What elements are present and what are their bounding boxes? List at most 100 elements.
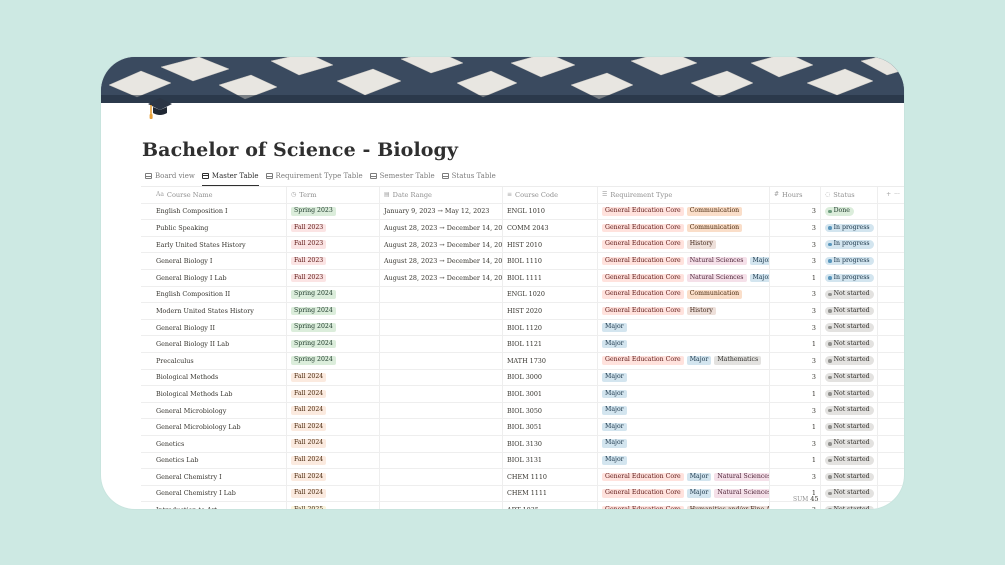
hours-cell[interactable]: 1 <box>770 419 821 435</box>
course-name-cell[interactable]: Modern United States History <box>141 303 287 319</box>
requirement-type-cell[interactable]: Major <box>598 402 770 419</box>
date-range-cell[interactable] <box>380 435 503 452</box>
table-row[interactable]: General Biology I Fall 2023 August 28, 202… <box>141 253 904 270</box>
hours-cell[interactable]: 3 <box>770 286 821 303</box>
date-range-cell[interactable]: August 28, 2023 → December 14, 2023 <box>380 220 503 236</box>
requirement-type-cell[interactable]: General Education Core Natural Sciences Ma… <box>598 269 770 286</box>
cover-image[interactable] <box>101 57 904 103</box>
course-name-cell[interactable]: Early United States History <box>141 236 287 253</box>
course-code-cell[interactable]: CHEM 1111 <box>503 485 598 502</box>
status-cell[interactable]: Not started <box>821 369 878 386</box>
course-code-cell[interactable]: BIOL 1110 <box>503 253 598 269</box>
hours-cell[interactable]: 3 <box>770 203 821 220</box>
hours-sum[interactable]: SUM 45 <box>793 495 819 503</box>
hours-cell[interactable]: 3 <box>770 369 821 386</box>
term-cell[interactable]: Spring 2024 <box>287 303 380 319</box>
table-row[interactable]: Biological Methods Lab Fall 2024 BIOL 3001… <box>141 386 904 403</box>
hours-cell[interactable]: 1 <box>770 336 821 352</box>
hours-cell[interactable]: 3 <box>770 352 821 369</box>
course-name-cell[interactable]: English Composition I <box>141 203 287 220</box>
course-name-cell[interactable]: General Chemistry I <box>141 469 287 485</box>
requirement-type-cell[interactable]: General Education Core Natural Sciences Ma… <box>598 253 770 269</box>
requirement-type-cell[interactable]: Major <box>598 369 770 386</box>
column-header-hours[interactable]: # Hours <box>770 187 821 203</box>
hours-cell[interactable]: 3 <box>770 253 821 269</box>
table-row[interactable]: Modern United States History Spring 2024 H… <box>141 303 904 320</box>
table-row[interactable]: General Microbiology Lab Fall 2024 BIOL 30… <box>141 419 904 436</box>
course-code-cell[interactable]: BIOL 3130 <box>503 435 598 452</box>
add-property-icon[interactable]: + <box>886 191 891 198</box>
requirement-type-cell[interactable]: Major <box>598 386 770 402</box>
course-name-cell[interactable]: General Microbiology <box>141 402 287 419</box>
term-cell[interactable]: Fall 2024 <box>287 386 380 402</box>
date-range-cell[interactable] <box>380 452 503 469</box>
course-name-cell[interactable]: General Biology I Lab <box>141 269 287 286</box>
status-cell[interactable]: Not started <box>821 319 878 336</box>
table-row[interactable]: English Composition I Spring 2023 January … <box>141 203 904 221</box>
course-code-cell[interactable]: BIOL 1120 <box>503 319 598 336</box>
more-options-icon[interactable]: ··· <box>894 191 900 198</box>
term-cell[interactable]: Spring 2024 <box>287 352 380 369</box>
requirement-type-cell[interactable]: General Education Core History <box>598 303 770 319</box>
status-cell[interactable]: Not started <box>821 452 878 469</box>
term-cell[interactable]: Fall 2024 <box>287 369 380 386</box>
table-row[interactable]: General Biology II Spring 2024 BIOL 1120 Ma… <box>141 319 904 337</box>
date-range-cell[interactable] <box>380 286 503 303</box>
course-code-cell[interactable]: BIOL 3001 <box>503 386 598 402</box>
course-code-cell[interactable]: BIOL 1121 <box>503 336 598 352</box>
requirement-type-cell[interactable]: General Education Core History <box>598 236 770 253</box>
course-code-cell[interactable]: BIOL 3000 <box>503 369 598 386</box>
course-code-cell[interactable]: HIST 2020 <box>503 303 598 319</box>
status-cell[interactable]: Not started <box>821 469 878 485</box>
tab-requirement-type-table[interactable]: Requirement Type Table <box>265 170 363 186</box>
course-name-cell[interactable]: Biological Methods <box>141 369 287 386</box>
graduation-cap-icon[interactable] <box>147 95 173 121</box>
requirement-type-cell[interactable]: Major <box>598 336 770 352</box>
status-cell[interactable]: Not started <box>821 402 878 419</box>
course-code-cell[interactable]: COMM 2043 <box>503 220 598 236</box>
course-code-cell[interactable]: MATH 1730 <box>503 352 598 369</box>
course-name-cell[interactable]: Public Speaking <box>141 220 287 236</box>
hours-cell[interactable]: 3 <box>770 469 821 485</box>
course-name-cell[interactable]: Biological Methods Lab <box>141 386 287 402</box>
column-header-status[interactable]: ◌ Status <box>821 187 878 203</box>
status-cell[interactable]: Done <box>821 203 878 220</box>
requirement-type-cell[interactable]: General Education Core Communication <box>598 220 770 236</box>
hours-cell[interactable]: 3 <box>770 435 821 452</box>
course-name-cell[interactable]: General Biology I <box>141 253 287 269</box>
status-cell[interactable]: In progress <box>821 236 878 253</box>
status-cell[interactable]: Not started <box>821 352 878 369</box>
term-cell[interactable]: Fall 2023 <box>287 253 380 269</box>
table-row[interactable]: General Chemistry I Lab Fall 2024 CHEM 111… <box>141 485 904 503</box>
date-range-cell[interactable] <box>380 386 503 402</box>
column-header-course-code[interactable]: ≡ Course Code <box>503 187 598 203</box>
status-cell[interactable]: Not started <box>821 419 878 435</box>
requirement-type-cell[interactable]: Major <box>598 435 770 452</box>
status-cell[interactable]: In progress <box>821 220 878 236</box>
table-row[interactable]: General Biology II Lab Spring 2024 BIOL 11… <box>141 336 904 353</box>
hours-cell[interactable]: 3 <box>770 319 821 336</box>
hours-cell[interactable]: 3 <box>770 402 821 419</box>
course-name-cell[interactable]: Precalculus <box>141 352 287 369</box>
course-code-cell[interactable]: ENGL 1020 <box>503 286 598 303</box>
column-header-requirement-type[interactable]: ☰ Requirement Type <box>598 187 770 203</box>
requirement-type-cell[interactable]: General Education Core Major Mathematics <box>598 352 770 369</box>
date-range-cell[interactable] <box>380 419 503 435</box>
requirement-type-cell[interactable]: General Education Core Communication <box>598 203 770 220</box>
requirement-type-cell[interactable]: Major <box>598 319 770 336</box>
term-cell[interactable]: Fall 2024 <box>287 469 380 485</box>
status-cell[interactable]: Not started <box>821 336 878 352</box>
date-range-cell[interactable]: August 28, 2023 → December 14, 2023 <box>380 253 503 269</box>
table-row[interactable]: General Chemistry I Fall 2024 CHEM 1110 Gen… <box>141 469 904 486</box>
date-range-cell[interactable] <box>380 402 503 419</box>
hours-cell[interactable]: 1 <box>770 269 821 286</box>
tab-semester-table[interactable]: Semester Table <box>369 170 435 186</box>
term-cell[interactable]: Spring 2024 <box>287 319 380 336</box>
table-row[interactable]: Public Speaking Fall 2023 August 28, 2023 … <box>141 220 904 237</box>
term-cell[interactable]: Fall 2024 <box>287 485 380 502</box>
tab-status-table[interactable]: Status Table <box>441 170 496 186</box>
term-cell[interactable]: Fall 2024 <box>287 402 380 419</box>
term-cell[interactable]: Spring 2024 <box>287 286 380 303</box>
date-range-cell[interactable] <box>380 352 503 369</box>
table-row[interactable]: Precalculus Spring 2024 MATH 1730 General E… <box>141 352 904 370</box>
